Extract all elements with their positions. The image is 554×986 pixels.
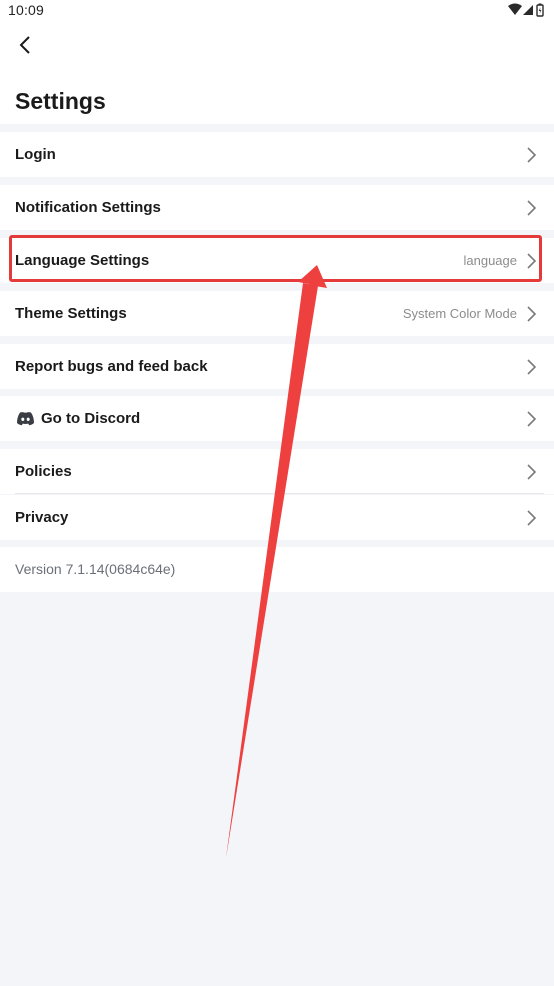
chevron-right-icon — [527, 200, 537, 216]
privacy-label: Privacy — [15, 509, 69, 526]
status-icons — [508, 3, 544, 17]
chevron-right-icon — [527, 510, 537, 526]
version-text: Version 7.1.14(0684c64e) — [15, 561, 176, 577]
header: Settings — [0, 22, 554, 124]
status-time: 10:09 — [8, 2, 45, 18]
login-item[interactable]: Login — [0, 132, 554, 177]
login-label: Login — [15, 146, 56, 163]
theme-settings-label: Theme Settings — [15, 305, 127, 322]
battery-icon — [536, 3, 544, 17]
back-arrow-icon — [19, 36, 30, 54]
signal-icon — [523, 5, 533, 15]
chevron-right-icon — [527, 306, 537, 322]
theme-settings-item[interactable]: Theme Settings System Color Mode — [0, 291, 554, 336]
policies-label: Policies — [15, 463, 72, 480]
discord-item[interactable]: Go to Discord — [0, 396, 554, 441]
divider — [15, 493, 544, 494]
version-row: Version 7.1.14(0684c64e) — [0, 547, 554, 592]
chevron-right-icon — [527, 464, 537, 480]
language-settings-item[interactable]: Language Settings language — [0, 238, 554, 283]
status-bar: 10:09 — [0, 0, 554, 22]
chevron-right-icon — [527, 411, 537, 427]
theme-value: System Color Mode — [402, 306, 517, 321]
discord-icon — [17, 412, 34, 426]
wifi-icon — [508, 3, 522, 15]
policies-item[interactable]: Policies — [0, 449, 554, 494]
notification-settings-item[interactable]: Notification Settings — [0, 185, 554, 230]
back-button[interactable] — [12, 32, 38, 58]
chevron-right-icon — [527, 253, 537, 269]
page-title: Settings — [15, 88, 106, 114]
language-settings-label: Language Settings — [15, 252, 150, 269]
privacy-item[interactable]: Privacy — [0, 495, 554, 540]
chevron-right-icon — [527, 359, 537, 375]
notification-settings-label: Notification Settings — [15, 199, 161, 216]
discord-label: Go to Discord — [41, 410, 141, 427]
report-bugs-label: Report bugs and feed back — [15, 358, 208, 375]
language-value: language — [463, 253, 518, 268]
report-bugs-item[interactable]: Report bugs and feed back — [0, 344, 554, 389]
chevron-right-icon — [527, 147, 537, 163]
